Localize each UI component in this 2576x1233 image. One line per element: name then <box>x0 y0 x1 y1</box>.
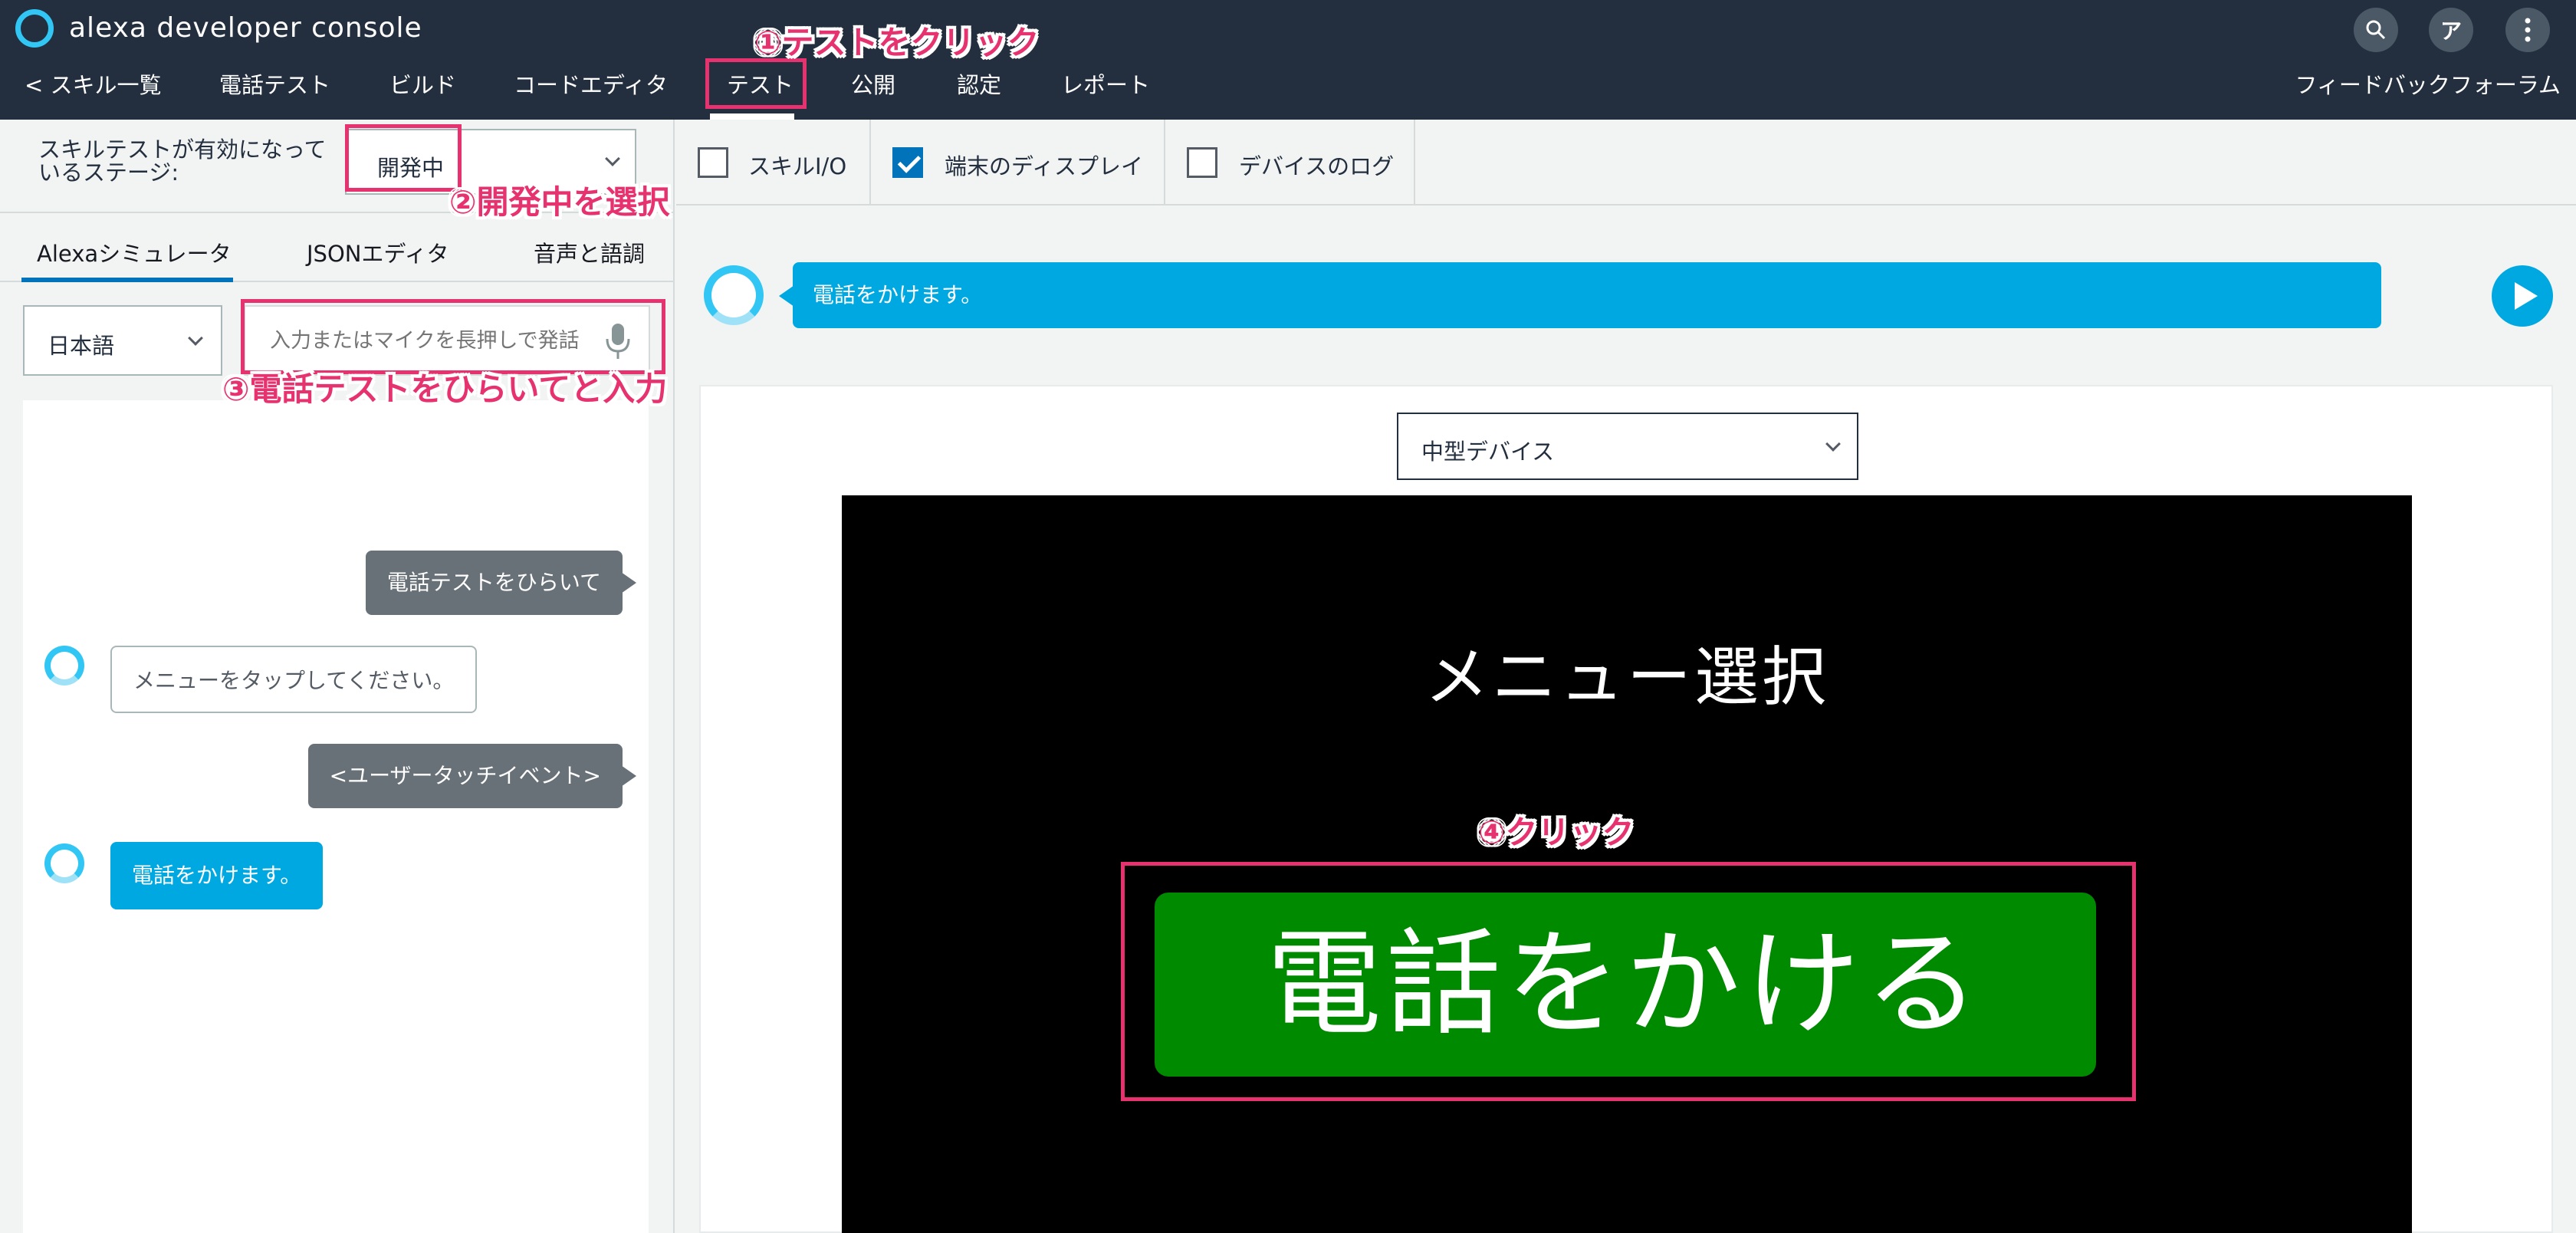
chat-bubble-user: 電話テストをひらいて <box>365 551 637 615</box>
tab-json-editor[interactable]: JSONエディタ <box>307 236 449 268</box>
nav-certification[interactable]: 認定 <box>957 67 1001 100</box>
nav-reports[interactable]: レポート <box>1061 67 1150 100</box>
simulator-panel: スキルテストが有効になっているステージ: 開発中 Alexaシミュレータ JSO… <box>0 120 675 1233</box>
device-log-label: デバイスのログ <box>1239 153 1395 179</box>
nav-back-skill-list[interactable]: < スキル一覧 <box>25 67 162 100</box>
nav-publish[interactable]: 公開 <box>851 67 895 100</box>
annotation-step-2: ②開発中を選択 <box>449 183 670 221</box>
feedback-forum-link[interactable]: フィードバックフォーラム <box>2295 67 2561 100</box>
app-title: alexa developer console <box>69 12 422 44</box>
nav-build[interactable]: ビルド <box>389 67 456 100</box>
device-type-select[interactable]: 中型デバイス <box>1397 413 1858 480</box>
alexa-response-bubble: 電話をかけます。 <box>779 262 2381 328</box>
skill-io-checkbox[interactable] <box>698 147 728 178</box>
top-bar: alexa developer console ア < スキル一覧 電話テスト … <box>0 0 2576 120</box>
highlight-call-button <box>1121 862 2136 1101</box>
user-avatar[interactable]: ア <box>2429 8 2473 52</box>
device-display-checkbox[interactable] <box>892 147 923 178</box>
device-log-option[interactable]: デバイスのログ <box>1165 120 1415 204</box>
skill-io-label: スキルI/O <box>748 153 847 179</box>
chevron-down-icon <box>188 330 203 346</box>
alexa-avatar-icon <box>704 265 764 325</box>
highlight-stage-select <box>345 124 462 192</box>
device-display-label: 端末のディスプレイ <box>945 153 1143 179</box>
play-icon[interactable] <box>2492 265 2553 327</box>
nav-phone-test[interactable]: 電話テスト <box>219 67 330 100</box>
chat-bubble-alexa: 電話をかけます。 <box>110 842 324 909</box>
tab-voice-tone[interactable]: 音声と語調 <box>534 236 645 268</box>
search-icon[interactable] <box>2354 8 2398 52</box>
device-log-checkbox[interactable] <box>1187 147 1217 178</box>
tab-active-indicator <box>21 278 233 282</box>
chat-bubble-alexa: メニューをタップしてください。 <box>110 646 478 713</box>
alexa-logo-icon <box>15 9 54 48</box>
chevron-down-icon <box>605 151 620 166</box>
alexa-avatar-icon <box>44 843 84 883</box>
annotation-step-4: ④クリック <box>1478 814 1635 851</box>
screen-title: メニュー選択 <box>1424 640 1829 715</box>
alexa-avatar-icon <box>44 646 84 686</box>
tab-alexa-simulator[interactable]: Alexaシミュレータ <box>37 236 232 268</box>
device-display-option[interactable]: 端末のディスプレイ <box>871 120 1165 204</box>
chat-history: 電話テストをひらいて メニューをタップしてください。 <ユーザータッチイベント>… <box>23 400 649 1233</box>
annotation-step-3: ③電話テストをひらいてと入力 <box>222 370 668 408</box>
stage-label: スキルテストが有効になっているステージ: <box>38 136 327 186</box>
annotation-step-1: ①テストをクリック <box>754 24 1040 61</box>
nav-active-indicator <box>710 113 794 120</box>
highlight-test-tab <box>705 58 807 109</box>
chat-bubble-user: <ユーザータッチイベント> <box>307 744 637 808</box>
more-menu-icon[interactable] <box>2505 8 2550 52</box>
language-select[interactable]: 日本語 <box>23 305 222 376</box>
chevron-down-icon <box>1825 436 1841 452</box>
skill-io-option[interactable]: スキルI/O <box>676 120 871 204</box>
device-type-value: 中型デバイス <box>1421 439 1555 465</box>
view-options-bar: スキルI/O 端末のディスプレイ デバイスのログ <box>676 120 2576 206</box>
nav-code-editor[interactable]: コードエディタ <box>514 67 668 100</box>
language-select-value: 日本語 <box>48 333 115 359</box>
